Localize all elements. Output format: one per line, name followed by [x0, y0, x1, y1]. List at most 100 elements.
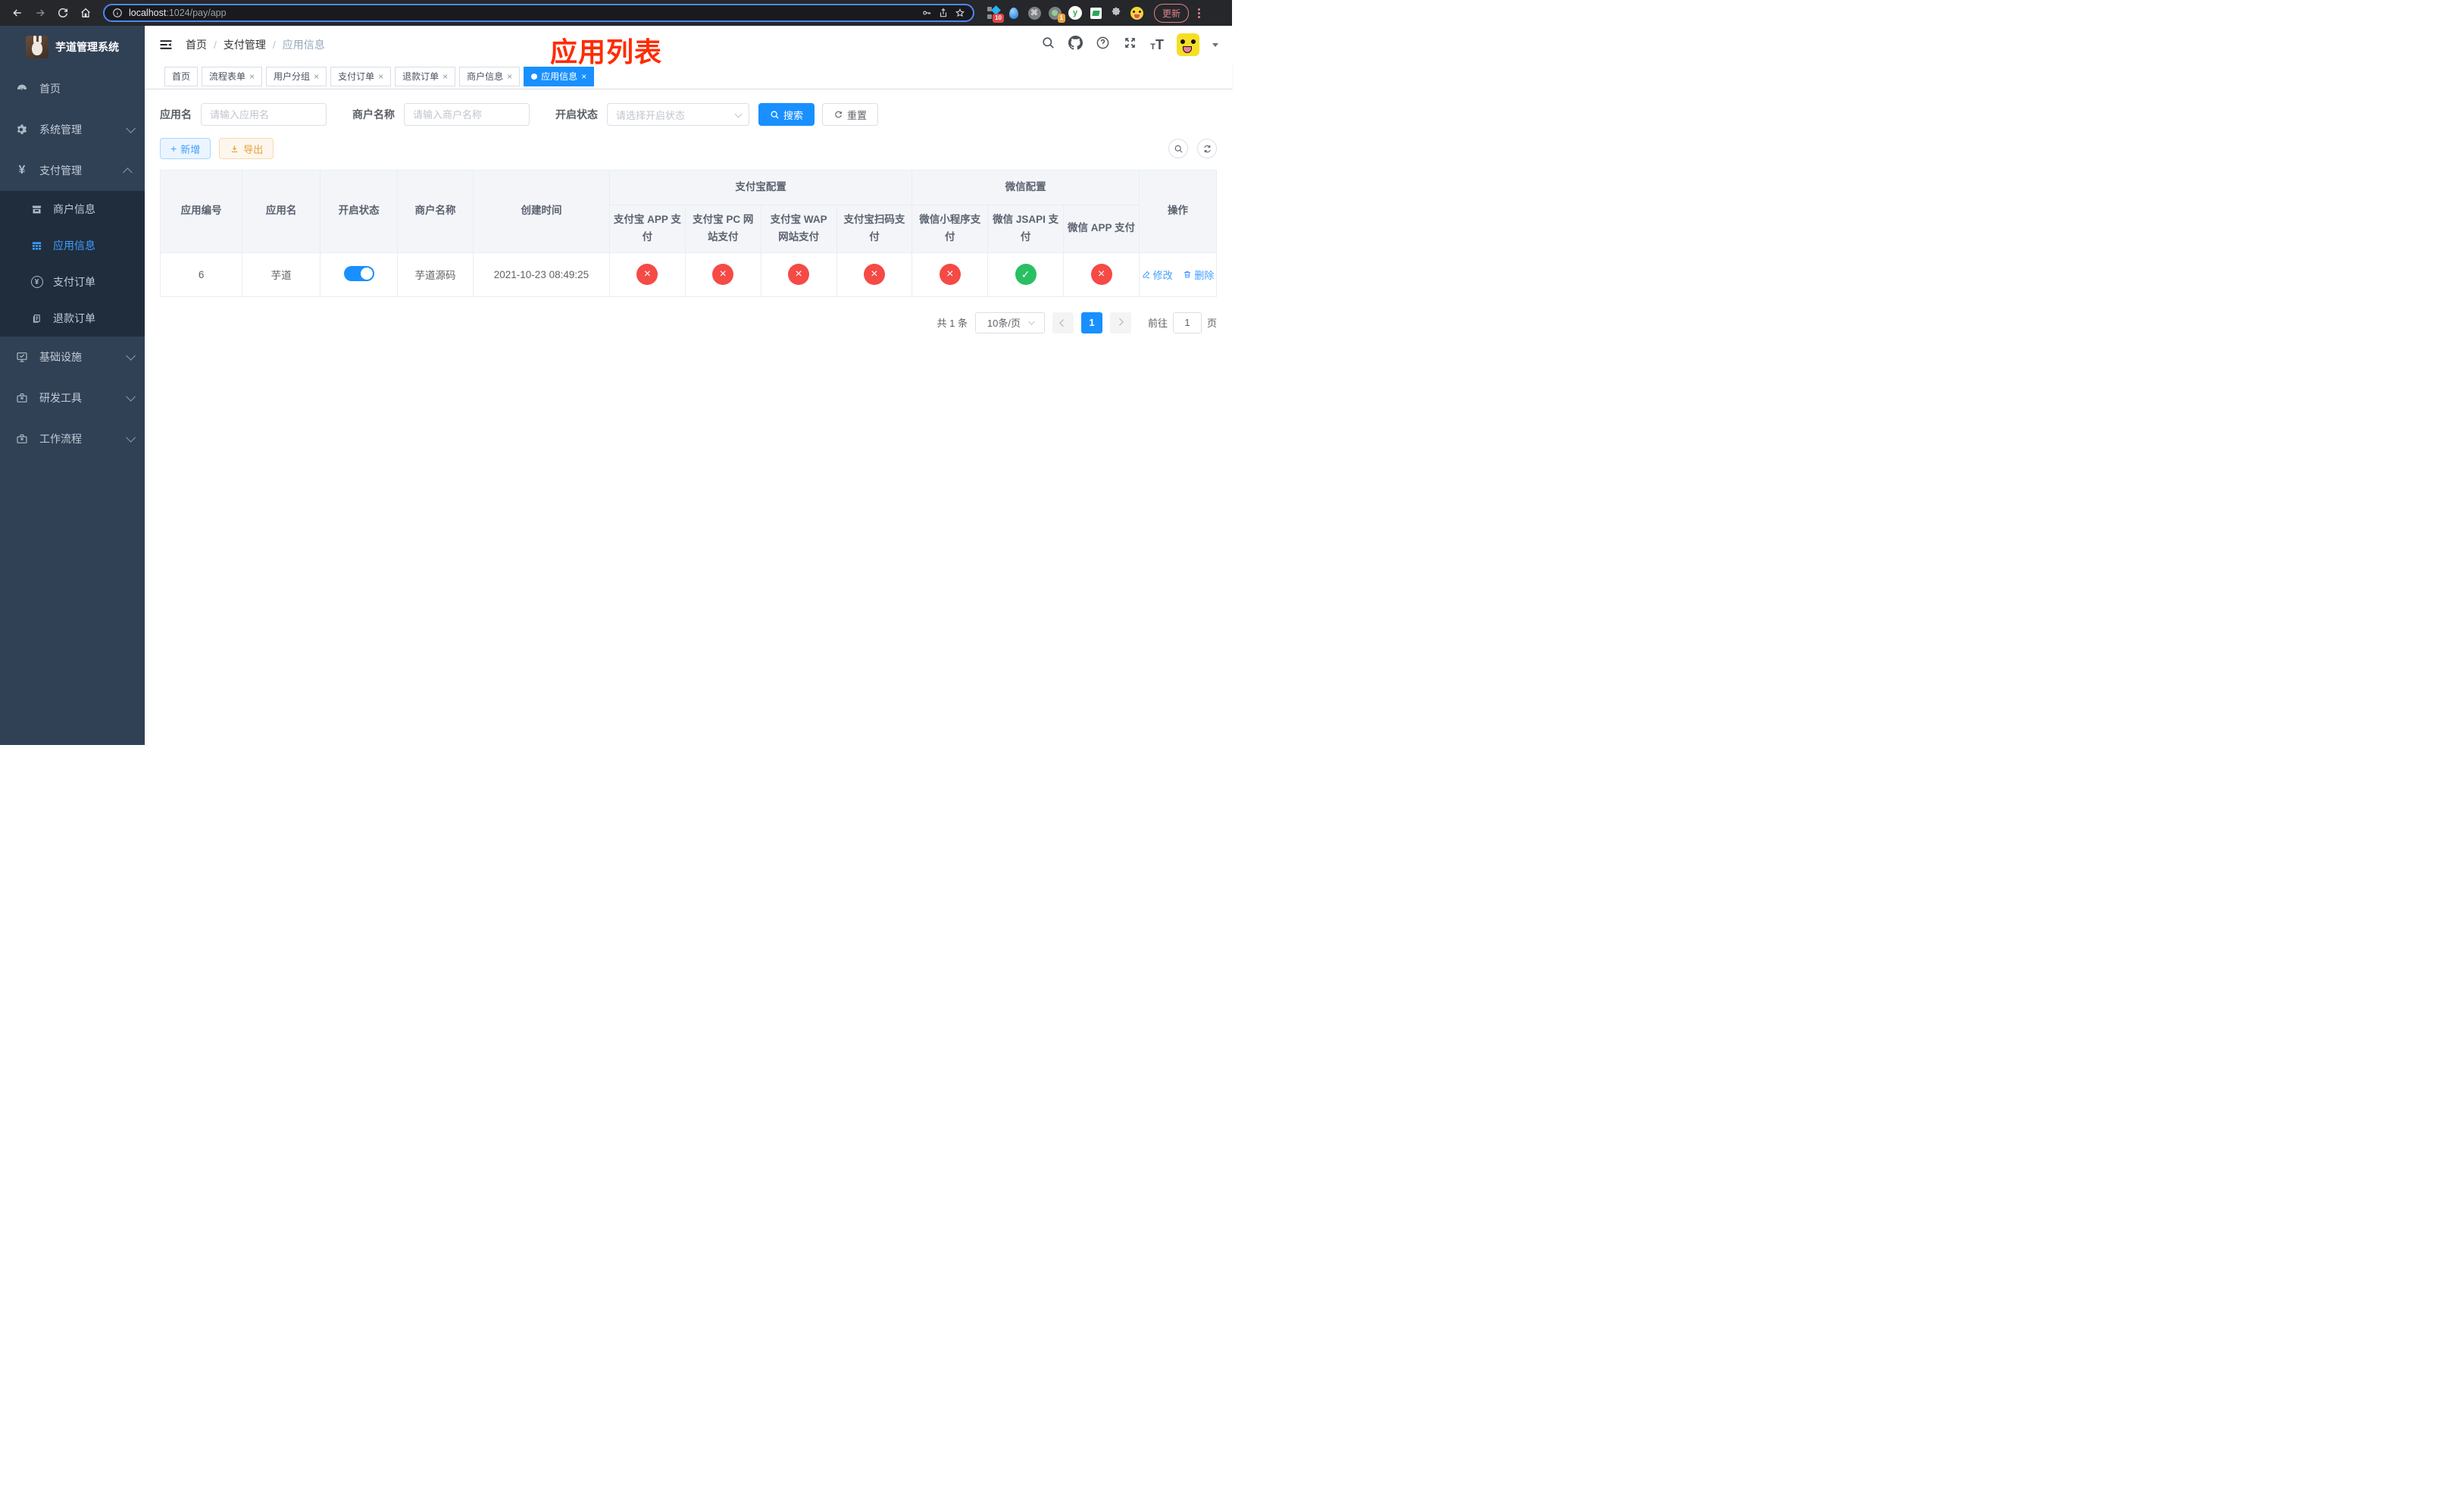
status-select[interactable]: 请选择开启状态 [607, 103, 749, 126]
close-icon[interactable] [507, 72, 512, 81]
col-actions: 操作 [1138, 170, 1218, 253]
close-icon[interactable] [442, 72, 448, 81]
tab-pay-orders[interactable]: 支付订单 [330, 66, 392, 86]
sidebar-menu: 首页 系统管理 ¥ 支付管理 商户信息 应用信息 ¥ 支付订单 退款订单 基础设… [0, 68, 145, 745]
sidebar-item-payment[interactable]: ¥ 支付管理 [0, 150, 145, 191]
sidebar-logo[interactable]: 芋道管理系统 [0, 26, 145, 68]
extension-command-icon[interactable]: ⌘ [1027, 6, 1041, 20]
table-toolbar: 新增 导出 [160, 138, 1217, 159]
extension-balloon-icon[interactable] [1007, 6, 1021, 20]
github-icon[interactable] [1068, 36, 1083, 54]
goto-page-input[interactable] [1172, 311, 1202, 333]
current-page-button[interactable]: 1 [1080, 311, 1102, 333]
wx-mini-cross-icon [939, 264, 961, 286]
sidebar-item-dev-tools[interactable]: 研发工具 [0, 377, 145, 418]
delete-link[interactable]: 删除 [1183, 268, 1214, 282]
breadcrumb-current: 应用信息 [282, 39, 325, 51]
plus-icon [170, 142, 177, 155]
close-icon[interactable] [378, 72, 383, 81]
fullscreen-icon[interactable] [1123, 36, 1137, 54]
extension-chat-icon[interactable] [1089, 6, 1102, 20]
yen-icon: ¥ [18, 164, 26, 177]
chrome-menu-icon[interactable] [1198, 8, 1201, 18]
help-icon[interactable] [1096, 36, 1110, 54]
collapse-sidebar-icon[interactable] [158, 37, 174, 52]
export-button[interactable]: 导出 [219, 138, 274, 159]
merchant-name-input[interactable] [404, 103, 530, 126]
page-size-select[interactable]: 10条/页 [974, 311, 1045, 333]
bookmark-star-icon[interactable] [955, 8, 965, 18]
chrome-update-button[interactable]: 更新 [1154, 3, 1190, 23]
site-info-icon[interactable] [112, 8, 123, 18]
pagination: 共 1 条 10条/页 1 前往 页 [160, 311, 1217, 333]
search-icon[interactable] [1041, 36, 1055, 54]
close-icon[interactable] [581, 72, 586, 81]
shop-icon [30, 203, 43, 216]
col-wx-app: 微信 APP 支付 [1063, 205, 1140, 253]
cell-status [320, 252, 399, 297]
cell-created: 2021-10-23 08:49:25 [472, 252, 610, 297]
breadcrumb-home[interactable]: 首页 [186, 37, 207, 52]
url-host: localhost [129, 8, 167, 18]
close-icon[interactable] [314, 72, 319, 81]
extension-yudao-icon[interactable]: y [1068, 6, 1082, 20]
user-avatar[interactable] [1177, 33, 1199, 56]
active-dot-icon [531, 73, 538, 80]
search-button[interactable]: 搜索 [758, 103, 815, 126]
sidebar-item-app-info[interactable]: 应用信息 [0, 227, 145, 264]
edit-link[interactable]: 修改 [1142, 268, 1173, 282]
status-toggle[interactable] [343, 265, 374, 281]
app-title: 芋道管理系统 [55, 41, 119, 53]
dashboard-icon [15, 82, 29, 95]
extensions-puzzle-icon[interactable] [1109, 6, 1123, 20]
extension-blue-diamond-icon[interactable]: 10 [987, 5, 1004, 23]
sidebar-item-merchant-info[interactable]: 商户信息 [0, 191, 145, 227]
add-button[interactable]: 新增 [160, 138, 211, 159]
toggle-search-button[interactable] [1168, 139, 1188, 158]
refresh-button[interactable] [1197, 139, 1217, 158]
sidebar-item-system[interactable]: 系统管理 [0, 109, 145, 150]
share-icon[interactable] [938, 8, 949, 18]
sidebar-item-refund-orders[interactable]: 退款订单 [0, 300, 145, 337]
tab-refund-orders[interactable]: 退款订单 [395, 66, 456, 86]
tab-home[interactable]: 首页 [164, 66, 199, 86]
breadcrumb-section[interactable]: 支付管理 [224, 37, 266, 52]
back-icon[interactable] [8, 3, 27, 23]
alipay-app-cross-icon [636, 264, 658, 286]
reload-icon[interactable] [53, 3, 73, 23]
page-content: 应用名 商户名称 开启状态 请选择开启状态 搜索 重置 [145, 89, 1232, 745]
reset-button[interactable]: 重置 [822, 103, 879, 126]
top-navbar: 首页 / 支付管理 / 应用信息 应用列表 T T [145, 26, 1232, 67]
sidebar-item-workflow[interactable]: 工作流程 [0, 418, 145, 459]
forward-icon[interactable] [30, 3, 50, 23]
password-key-icon[interactable] [921, 8, 932, 18]
sidebar-item-home[interactable]: 首页 [0, 68, 145, 109]
gear-icon [15, 123, 29, 136]
profile-avatar-icon[interactable] [1130, 6, 1143, 20]
sidebar-item-label: 系统管理 [39, 124, 82, 136]
sidebar-item-infra[interactable]: 基础设施 [0, 337, 145, 377]
close-icon[interactable] [249, 72, 255, 81]
prev-page-button[interactable] [1052, 311, 1074, 333]
sidebar-item-label: 商户信息 [53, 203, 95, 215]
toolbox-icon [15, 391, 29, 405]
tab-process-form[interactable]: 流程表单 [202, 66, 263, 86]
tab-merchant-info[interactable]: 商户信息 [459, 66, 521, 86]
chevron-down-icon [126, 350, 136, 361]
extension-recorder-icon[interactable]: 1 [1048, 6, 1065, 23]
app-name-input[interactable] [201, 103, 327, 126]
font-size-icon[interactable]: TT [1150, 38, 1164, 52]
sidebar-item-label: 退款订单 [53, 312, 95, 324]
home-icon[interactable] [76, 3, 95, 23]
alipay-pc-cross-icon [712, 264, 734, 286]
tab-user-group[interactable]: 用户分组 [266, 66, 327, 86]
next-page-button[interactable] [1109, 311, 1131, 333]
chevron-down-icon [1028, 318, 1035, 325]
caret-down-icon[interactable] [1212, 42, 1218, 50]
col-alipay-wap: 支付宝 WAP 网站支付 [760, 205, 837, 253]
url-bar[interactable]: localhost :1024/pay/app [103, 4, 974, 22]
browser-toolbar: localhost :1024/pay/app 10 ⌘ 1 y 更新 [0, 0, 1232, 26]
extensions-area: 10 ⌘ 1 y [987, 5, 1143, 23]
goto-label: 前往 [1147, 318, 1168, 330]
sidebar-item-pay-orders[interactable]: ¥ 支付订单 [0, 264, 145, 300]
